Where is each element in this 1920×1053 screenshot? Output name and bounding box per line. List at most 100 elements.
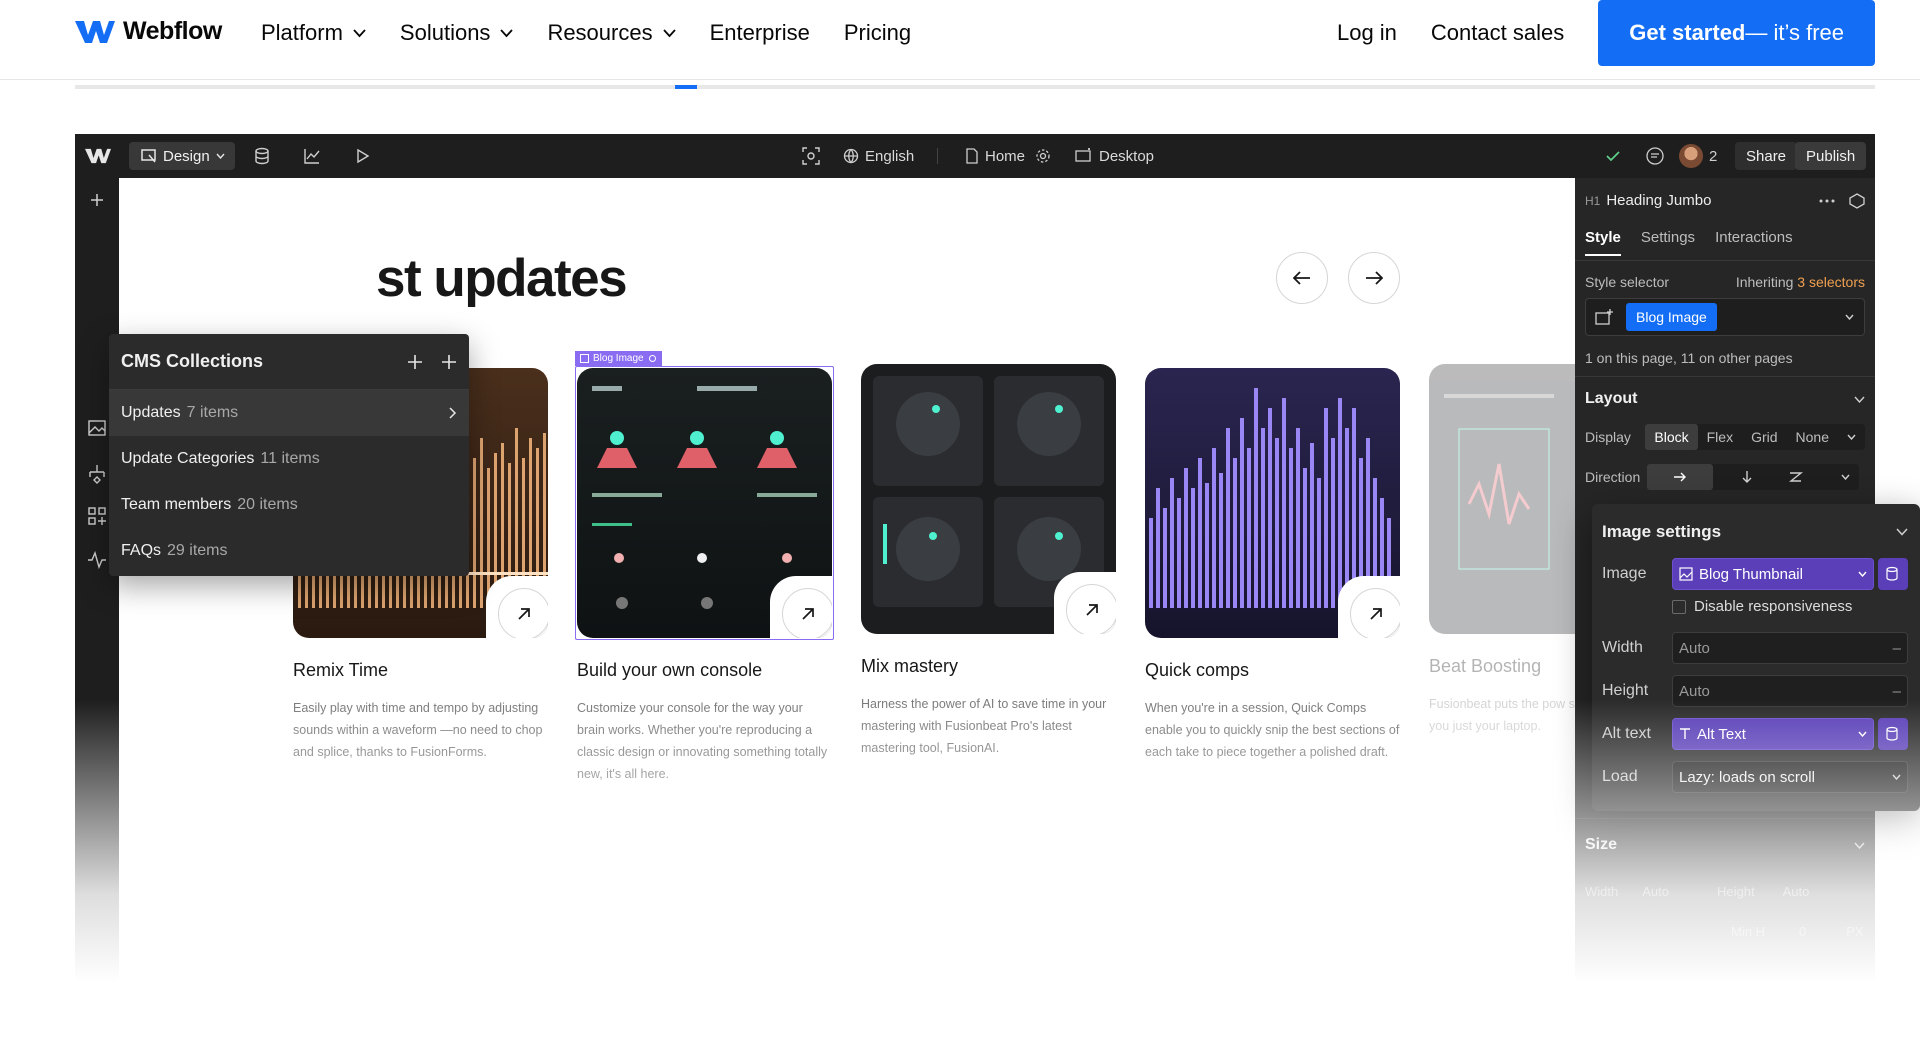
nav-label: Pricing (843, 20, 912, 45)
direction-horizontal[interactable] (1647, 464, 1713, 490)
blog-card[interactable]: Mix mastery Harness the power of AI to s… (861, 364, 1116, 759)
blog-card[interactable]: Blog Image Build your own console Custom… (575, 351, 834, 785)
cms-database-button[interactable] (253, 134, 271, 178)
preview-button[interactable] (355, 134, 371, 178)
collection-count: 29 items (167, 542, 228, 559)
direction-label: Direction (1585, 469, 1641, 485)
layout-section-header[interactable]: Layout (1585, 390, 1865, 408)
display-more[interactable] (1838, 424, 1865, 450)
blog-image[interactable] (861, 364, 1116, 634)
minus-icon[interactable]: – (1893, 683, 1901, 700)
blog-card[interactable]: Beat Boosting Fusionbeat puts the pow si… (1429, 364, 1575, 737)
share-button[interactable]: Share (1735, 142, 1798, 170)
collection-row-team-members[interactable]: Team members 20 items (109, 482, 469, 528)
page-settings-button[interactable] (1035, 134, 1051, 178)
more-icon[interactable] (1819, 199, 1835, 203)
arrow-right-icon (1366, 271, 1383, 285)
display-none[interactable]: None (1787, 424, 1838, 450)
class-selector-input[interactable]: Blog Image (1585, 298, 1865, 336)
login-link[interactable]: Log in (1337, 20, 1397, 46)
width-input[interactable]: Auto – (1672, 632, 1908, 664)
direction-vertical[interactable] (1733, 464, 1761, 490)
plus-icon[interactable] (85, 188, 109, 212)
direction-wrap[interactable] (1780, 464, 1812, 490)
class-chip[interactable]: Blog Image (1626, 303, 1717, 331)
nav-resources[interactable]: Resources (547, 20, 676, 46)
nav-pricing[interactable]: Pricing (844, 20, 911, 46)
play-icon (357, 148, 370, 164)
collection-info: Update Categories 11 items (121, 450, 320, 468)
design-mode-button[interactable]: Design (129, 142, 235, 170)
plus-icon[interactable] (441, 354, 457, 370)
image-icon[interactable] (85, 416, 109, 440)
collection-row-faqs[interactable]: FAQs 29 items (109, 528, 469, 574)
load-select[interactable]: Lazy: loads on scroll (1672, 761, 1908, 793)
analytics-button[interactable] (303, 134, 321, 178)
nav-enterprise[interactable]: Enterprise (710, 20, 810, 46)
webflow-logo[interactable]: Webflow (75, 17, 222, 46)
activity-icon[interactable] (85, 548, 109, 572)
tab-style[interactable]: Style (1585, 229, 1621, 246)
open-card-button[interactable] (1350, 588, 1400, 638)
webflow-w-icon[interactable] (85, 134, 111, 178)
cms-bind-button[interactable] (1878, 718, 1908, 750)
blog-image[interactable] (577, 368, 832, 638)
components-icon[interactable] (85, 462, 109, 486)
page-selector[interactable]: Home (965, 134, 1025, 178)
image-source-select[interactable]: Blog Thumbnail (1672, 558, 1874, 590)
plus-icon[interactable] (407, 354, 423, 370)
breakpoint-selector[interactable]: Desktop (1075, 134, 1154, 178)
direction-more[interactable] (1832, 464, 1859, 490)
inheriting-info[interactable]: Inheriting 3 selectors (1736, 274, 1865, 290)
contact-sales-link[interactable]: Contact sales (1431, 20, 1564, 46)
style-selector-label: Style selector (1585, 274, 1670, 290)
tab-interactions[interactable]: Interactions (1715, 229, 1793, 246)
apps-icon[interactable] (85, 504, 109, 528)
display-row: Display Block Flex Grid None (1585, 424, 1865, 450)
blog-image[interactable] (1145, 368, 1400, 638)
chevron-down-icon[interactable] (1896, 528, 1908, 536)
open-card-button[interactable] (1066, 584, 1116, 634)
comments-button[interactable] (1645, 134, 1665, 178)
blog-card[interactable]: Quick comps When you're in a session, Qu… (1145, 368, 1400, 763)
blog-image[interactable] (1429, 364, 1575, 634)
component-icon[interactable] (1849, 192, 1865, 209)
page-heading[interactable]: st updates (376, 248, 628, 309)
inheriting-count: 3 selectors (1797, 274, 1865, 290)
disable-responsiveness-checkbox[interactable] (1672, 599, 1686, 614)
minus-icon[interactable]: – (1893, 640, 1901, 657)
image-label: Image (1602, 565, 1647, 582)
carousel-next-button[interactable] (1348, 252, 1400, 304)
size-unit[interactable]: PX (1846, 924, 1863, 939)
nav-platform[interactable]: Platform (261, 20, 366, 46)
open-card-button[interactable] (498, 588, 548, 638)
tab-settings[interactable]: Settings (1641, 229, 1695, 246)
nav-solutions[interactable]: Solutions (400, 20, 514, 46)
display-block[interactable]: Block (1645, 424, 1698, 450)
size-section-header[interactable]: Size (1585, 836, 1865, 854)
selection-tag[interactable]: Blog Image (575, 351, 662, 366)
display-flex[interactable]: Flex (1698, 424, 1742, 450)
alt-text-select[interactable]: Alt Text (1672, 718, 1874, 750)
open-card-button[interactable] (782, 588, 832, 638)
collaborators[interactable]: 2 (1679, 134, 1717, 178)
cms-bind-button[interactable] (1878, 558, 1908, 590)
collection-row-updates[interactable]: Updates 7 items (109, 390, 469, 436)
locale-selector[interactable]: English (843, 134, 914, 178)
chevron-down-icon[interactable] (1845, 314, 1854, 320)
carousel-prev-button[interactable] (1276, 252, 1328, 304)
collection-row-update-categories[interactable]: Update Categories 11 items (109, 436, 469, 482)
size-width-value[interactable]: Auto (1642, 884, 1669, 899)
mode-label: Design (163, 147, 210, 165)
size-height-value[interactable]: Auto (1783, 884, 1810, 899)
size-min-value[interactable]: 0 (1799, 924, 1806, 939)
publish-button[interactable]: Publish (1795, 142, 1867, 170)
breakpoint-label: Desktop (1099, 147, 1155, 165)
collection-count: 20 items (237, 496, 298, 513)
get-started-button[interactable]: Get started — it’s free (1598, 0, 1875, 66)
screenshot-button[interactable] (801, 134, 821, 178)
cta-label: Get started (1629, 20, 1746, 45)
add-class-icon[interactable] (1595, 308, 1615, 326)
height-input[interactable]: Auto – (1672, 675, 1908, 707)
display-grid[interactable]: Grid (1742, 424, 1786, 450)
